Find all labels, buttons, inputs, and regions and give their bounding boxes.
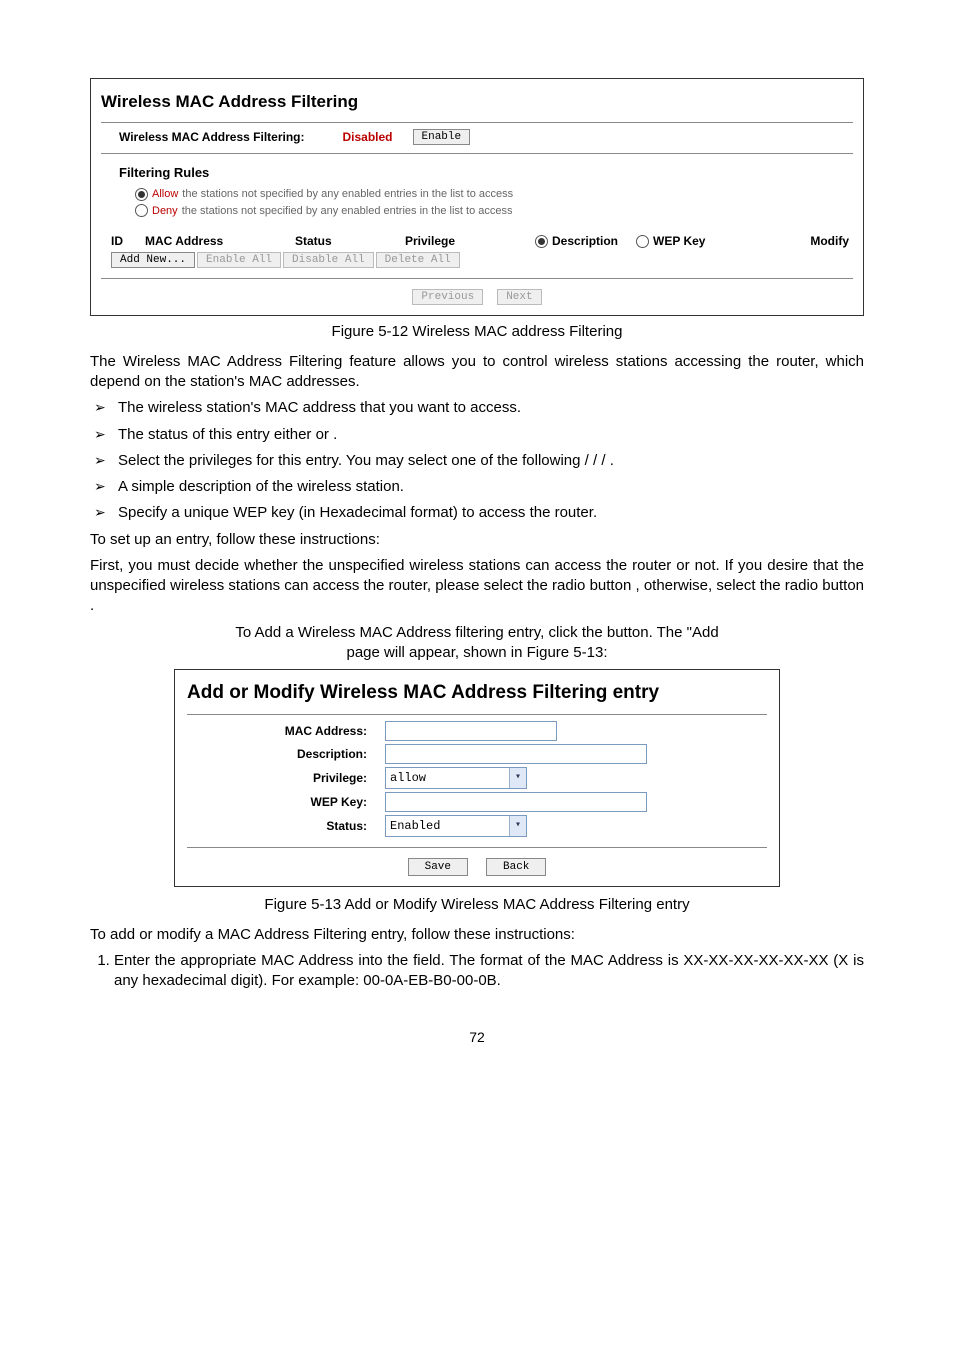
wepkey-label: WEP Key: — [187, 794, 385, 810]
radio-icon — [135, 188, 148, 201]
radio-icon — [135, 204, 148, 217]
back-button[interactable]: Back — [486, 858, 546, 876]
description-label: Description: — [187, 746, 385, 762]
filtering-rules-heading: Filtering Rules — [119, 164, 853, 182]
privilege-select[interactable]: allow ▾ — [385, 767, 527, 789]
decision-paragraph: First, you must decide whether the unspe… — [90, 556, 864, 617]
chevron-down-icon: ▾ — [509, 816, 526, 836]
bullet-mac: The wireless station's MAC address that … — [114, 398, 864, 418]
status-select[interactable]: Enabled ▾ — [385, 815, 527, 837]
wepkey-input[interactable] — [385, 792, 647, 812]
panel2-title: Add or Modify Wireless MAC Address Filte… — [187, 674, 767, 712]
page-number: 72 — [90, 1028, 864, 1047]
radio-icon[interactable] — [535, 235, 548, 248]
privilege-value: allow — [386, 770, 426, 786]
status-label: Status: — [187, 818, 385, 834]
filter-status-label: Wireless MAC Address Filtering: — [119, 129, 304, 145]
mac-address-input[interactable] — [385, 721, 557, 741]
col-description: Description — [552, 233, 618, 249]
chevron-down-icon: ▾ — [509, 768, 526, 788]
col-privilege: Privilege — [405, 233, 535, 249]
bullet-privilege: Select the privileges for this entry. Yo… — [114, 451, 864, 471]
col-status: Status — [295, 233, 405, 249]
radio-icon[interactable] — [636, 235, 649, 248]
save-button[interactable]: Save — [408, 858, 468, 876]
enable-button[interactable]: Enable — [413, 129, 471, 145]
mac-filter-panel: Wireless MAC Address Filtering Wireless … — [90, 78, 864, 316]
rule-deny-word: Deny — [152, 204, 178, 219]
enable-all-button[interactable]: Enable All — [197, 252, 281, 268]
delete-all-button[interactable]: Delete All — [376, 252, 460, 268]
previous-button[interactable]: Previous — [412, 289, 483, 305]
description-input[interactable] — [385, 744, 647, 764]
status-value: Enabled — [386, 818, 440, 834]
instructions-intro: To add or modify a MAC Address Filtering… — [90, 925, 864, 945]
figure-caption-2: Figure 5-13 Add or Modify Wireless MAC A… — [90, 895, 864, 915]
add-new-button[interactable]: Add New... — [111, 252, 195, 268]
next-button[interactable]: Next — [497, 289, 541, 305]
setup-intro: To set up an entry, follow these instruc… — [90, 530, 864, 550]
instruction-item-1: Enter the appropriate MAC Address into t… — [114, 951, 864, 992]
figure-caption-1: Figure 5-12 Wireless MAC address Filteri… — [90, 322, 864, 342]
rule-deny-text: the stations not specified by any enable… — [182, 204, 513, 219]
col-id: ID — [111, 233, 145, 249]
disable-all-button[interactable]: Disable All — [283, 252, 374, 268]
col-wepkey: WEP Key — [653, 233, 705, 249]
add-entry-paragraph: To Add a Wireless MAC Address filtering … — [90, 623, 864, 664]
instruction-list: Enter the appropriate MAC Address into t… — [90, 951, 864, 992]
mac-address-label: MAC Address: — [187, 723, 385, 739]
bullet-status: The status of this entry either or . — [114, 425, 864, 445]
bullet-description: A simple description of the wireless sta… — [114, 477, 864, 497]
bullet-wepkey: Specify a unique WEP key (in Hexadecimal… — [114, 503, 864, 523]
rule-allow-text: the stations not specified by any enable… — [182, 187, 513, 202]
col-mac: MAC Address — [145, 233, 295, 249]
filter-status-value: Disabled — [342, 129, 392, 145]
rule-allow-row[interactable]: Allow the stations not specified by any … — [135, 186, 853, 203]
rule-deny-row[interactable]: Deny the stations not specified by any e… — [135, 203, 853, 220]
rule-allow-word: Allow — [152, 187, 178, 202]
col-modify: Modify — [810, 233, 849, 249]
field-bullets: The wireless station's MAC address that … — [90, 398, 864, 523]
table-header: ID MAC Address Status Privilege Descript… — [101, 233, 853, 249]
intro-paragraph: The Wireless MAC Address Filtering featu… — [90, 352, 864, 393]
privilege-label: Privilege: — [187, 770, 385, 786]
add-modify-panel: Add or Modify Wireless MAC Address Filte… — [174, 669, 780, 887]
panel-title: Wireless MAC Address Filtering — [101, 83, 853, 120]
